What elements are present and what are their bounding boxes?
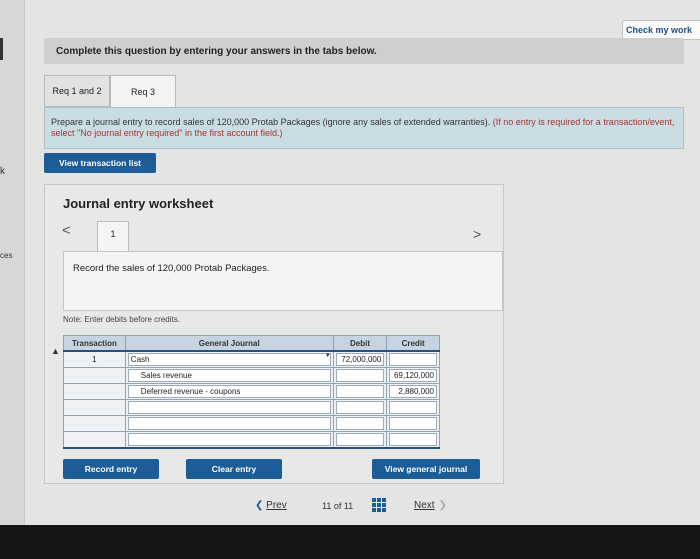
left-panel-marker	[0, 38, 3, 60]
chevron-right-icon: ❯	[438, 500, 447, 511]
credit-input[interactable]: 69,120,000	[389, 369, 437, 382]
account-input[interactable]: Sales revenue	[127, 369, 331, 382]
debit-cell[interactable]	[332, 383, 388, 400]
prev-label: Prev	[266, 500, 287, 511]
account-cell[interactable]: Cash	[124, 350, 334, 368]
debit-cell[interactable]	[332, 431, 388, 449]
left-panel-star: k	[0, 166, 5, 177]
credit-input[interactable]	[389, 353, 437, 366]
debit-input[interactable]	[335, 385, 385, 398]
tab-label: Req 1 and 2	[52, 86, 102, 96]
credit-input[interactable]	[389, 433, 437, 446]
table-row	[63, 431, 440, 449]
debit-input[interactable]	[335, 433, 385, 446]
instruction-banner: Complete this question by entering your …	[44, 38, 684, 64]
credit-cell[interactable]	[386, 431, 440, 449]
debit-input[interactable]	[335, 401, 385, 414]
table-row: Sales revenue 69,120,000	[63, 367, 440, 384]
account-input[interactable]: Cash	[127, 353, 331, 366]
transaction-cell	[63, 431, 126, 449]
account-cell[interactable]	[124, 431, 334, 449]
account-input[interactable]	[127, 417, 331, 430]
credit-cell[interactable]: 2,880,000	[386, 383, 440, 400]
account-input[interactable]	[127, 433, 331, 446]
bottom-bar	[0, 525, 700, 559]
debit-cell[interactable]	[332, 399, 388, 416]
col-debit: Debit	[332, 335, 388, 352]
debit-credit-note: Note: Enter debits before credits.	[63, 315, 180, 324]
col-transaction: Transaction	[63, 335, 126, 352]
left-panel-strip	[0, 0, 25, 525]
transaction-cell	[63, 367, 126, 384]
debit-input[interactable]	[335, 417, 385, 430]
tab-label: Req 3	[130, 86, 156, 97]
clear-entry-button[interactable]: Clear entry	[186, 459, 282, 479]
chevron-left-icon: ❮	[255, 500, 267, 511]
account-cell[interactable]	[124, 415, 334, 432]
next-button[interactable]: Next ❯	[414, 500, 447, 511]
tab-req-3[interactable]: Req 3	[110, 75, 176, 107]
account-cell[interactable]: Deferred revenue - coupons	[124, 383, 334, 400]
transaction-cell	[63, 383, 126, 400]
account-input[interactable]: Deferred revenue - coupons	[127, 385, 331, 398]
debit-input[interactable]: 72,000,000	[335, 353, 385, 366]
credit-cell[interactable]	[386, 415, 440, 432]
account-cell[interactable]: Sales revenue	[124, 367, 334, 384]
table-row	[63, 399, 440, 416]
prev-button[interactable]: ❮ Prev	[255, 500, 287, 511]
worksheet-next-icon[interactable]: >	[473, 226, 481, 242]
question-prompt: Prepare a journal entry to record sales …	[44, 107, 684, 149]
transaction-cell: 1	[63, 350, 126, 368]
credit-cell[interactable]: 69,120,000	[386, 367, 440, 384]
view-transaction-list-button[interactable]: View transaction list	[44, 153, 156, 173]
next-label: Next	[414, 500, 435, 511]
current-row-pointer-icon: ▲	[51, 346, 60, 356]
table-row	[63, 415, 440, 432]
table-row: Deferred revenue - coupons 2,880,000	[63, 383, 440, 400]
debit-cell[interactable]: ▼ 72,000,000	[325, 350, 388, 368]
debit-input[interactable]	[335, 369, 385, 382]
tab-req-1-and-2[interactable]: Req 1 and 2	[44, 75, 110, 107]
page-counter: 11 of 11	[322, 501, 354, 511]
account-cell[interactable]	[124, 399, 334, 416]
transaction-description: Record the sales of 120,000 Protab Packa…	[63, 251, 503, 311]
account-input[interactable]	[127, 401, 331, 414]
journal-entry-table: Transaction General Journal Debit Credit…	[63, 335, 440, 449]
transaction-cell	[63, 415, 126, 432]
credit-input[interactable]	[389, 417, 437, 430]
prompt-text: Prepare a journal entry to record sales …	[51, 117, 493, 127]
check-my-work-button[interactable]: Check my work	[622, 20, 700, 40]
col-general-journal: General Journal	[124, 335, 334, 352]
view-general-journal-button[interactable]: View general journal	[372, 459, 480, 479]
credit-cell[interactable]	[386, 399, 440, 416]
worksheet-title: Journal entry worksheet	[63, 196, 214, 211]
record-entry-button[interactable]: Record entry	[63, 459, 159, 479]
dropdown-arrow-icon[interactable]: ▼	[325, 353, 331, 359]
question-grid-icon[interactable]	[372, 498, 386, 512]
worksheet-page-tab[interactable]: 1	[97, 221, 129, 251]
worksheet-prev-icon[interactable]: <	[62, 222, 71, 239]
debit-cell[interactable]	[332, 415, 388, 432]
left-panel-label: ces	[0, 251, 13, 260]
transaction-cell	[63, 399, 126, 416]
table-row: 1 Cash ▼ 72,000,000	[63, 350, 440, 368]
col-credit: Credit	[386, 335, 440, 352]
debit-cell[interactable]	[332, 367, 388, 384]
credit-cell[interactable]	[386, 350, 440, 368]
credit-input[interactable]	[389, 401, 437, 414]
credit-input[interactable]: 2,880,000	[389, 385, 437, 398]
